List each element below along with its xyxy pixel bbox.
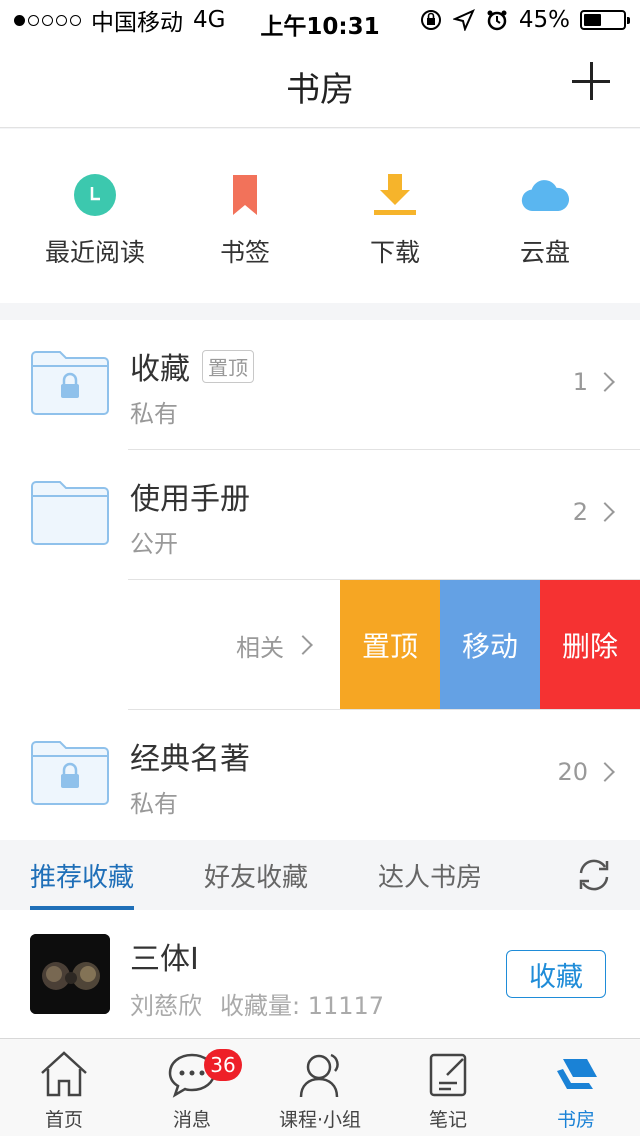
tabbar-messages-label: 消息 — [172, 1109, 211, 1131]
folder-count: 1 — [572, 368, 588, 396]
move-button[interactable]: 移动 — [440, 580, 540, 710]
folder-title: 使用手册 — [130, 474, 250, 518]
rotation-lock-icon — [420, 10, 441, 30]
book-meta: 刘慈欣 收藏量: 11117 — [130, 986, 384, 1021]
pinned-tag: 置顶 — [202, 349, 254, 383]
tabbar-notes[interactable]: 笔记 — [384, 1039, 512, 1136]
navigation-bar: 书房 — [0, 40, 640, 128]
note-icon — [429, 1053, 467, 1097]
location-icon — [452, 9, 475, 31]
folder-count-area: 1 — [572, 368, 615, 396]
book-cover — [30, 934, 110, 1014]
folder-name: 经典名著 — [130, 742, 250, 777]
tabbar-bookshelf[interactable]: 书房 — [512, 1039, 640, 1136]
folder-count: 2 — [572, 498, 588, 526]
signal-strength-icon — [14, 14, 81, 26]
battery-icon — [580, 10, 630, 30]
tab-experts[interactable]: 达人书房 — [378, 840, 482, 910]
folder-visibility: 私有 — [130, 790, 178, 818]
status-bar: 中国移动 4G 上午10:31 45% — [0, 0, 640, 40]
recent-reading-label: 最近阅读 — [44, 238, 145, 267]
download-entry[interactable]: 下载 — [320, 129, 470, 303]
book-author: 刘慈欣 — [130, 992, 202, 1020]
tabbar-courses-label: 课程·小组 — [278, 1109, 362, 1131]
related-label: 相关 — [236, 633, 284, 662]
folder-title: 收藏 置顶 — [130, 344, 254, 388]
cloud-disk-label: 云盘 — [519, 238, 570, 267]
folder-row-swiped[interactable]: 相关 置顶 移动 删除 — [0, 580, 640, 710]
refresh-icon[interactable] — [576, 857, 612, 893]
folder-row-manual[interactable]: 使用手册 公开 2 — [0, 450, 640, 580]
recommended-book[interactable]: 三体I 刘慈欣 收藏量: 11117 收藏 — [0, 910, 640, 1038]
status-right: 45% — [419, 7, 630, 33]
network-type: 4G — [193, 7, 226, 33]
alarm-icon — [487, 10, 507, 31]
cloud-disk-entry[interactable]: 云盘 — [470, 129, 620, 303]
download-label: 下载 — [369, 238, 420, 267]
chevron-right-icon — [595, 372, 615, 392]
pin-to-top-button[interactable]: 置顶 — [340, 580, 440, 710]
collect-count: 收藏量: 11117 — [220, 992, 385, 1020]
quick-entries: 最近阅读 书签 下载 云盘 — [0, 129, 640, 303]
tab-friends[interactable]: 好友收藏 — [204, 840, 308, 910]
battery-percent: 45% — [518, 7, 570, 33]
tabbar-home[interactable]: 首页 — [0, 1039, 128, 1136]
recent-reading-entry[interactable]: 最近阅读 — [20, 129, 170, 303]
folder-row-favorites[interactable]: 收藏 置顶 私有 1 — [0, 320, 640, 450]
folder-count: 20 — [557, 758, 588, 786]
tabbar-messages[interactable]: 36 消息 — [128, 1039, 256, 1136]
bookmark-entry[interactable]: 书签 — [170, 129, 320, 303]
home-icon — [41, 1051, 87, 1097]
cloud-icon — [521, 171, 569, 219]
clock-icon — [71, 171, 119, 219]
folder-name: 收藏 — [130, 352, 190, 387]
collect-button[interactable]: 收藏 — [506, 950, 606, 998]
tab-recommended[interactable]: 推荐收藏 — [30, 840, 135, 910]
chevron-right-icon — [293, 635, 313, 655]
tabbar-courses-groups[interactable]: 课程·小组 — [256, 1039, 384, 1136]
bookshelf-icon — [557, 1059, 597, 1089]
unread-badge: 36 — [204, 1049, 242, 1081]
bookmark-label: 书签 — [219, 238, 270, 267]
related-link[interactable]: 相关 — [128, 580, 340, 710]
book-title: 三体I — [130, 942, 199, 977]
locked-folder-icon — [31, 741, 109, 805]
locked-folder-icon — [31, 351, 109, 415]
folder-icon — [31, 481, 109, 545]
folder-visibility: 私有 — [130, 400, 178, 428]
bookmark-icon — [221, 171, 269, 219]
carrier-name: 中国移动 — [91, 10, 183, 36]
status-left: 中国移动 4G — [14, 3, 225, 37]
tabbar-notes-label: 笔记 — [428, 1109, 467, 1131]
bottom-tab-bar: 首页 36 消息 课程·小组 笔记 书房 — [0, 1038, 640, 1136]
collection-tabs: 推荐收藏 好友收藏 达人书房 — [0, 840, 640, 910]
folder-count-area: 20 — [557, 758, 615, 786]
download-icon — [371, 171, 419, 219]
folder-name: 使用手册 — [130, 482, 250, 517]
folder-title: 经典名著 — [130, 734, 250, 778]
folder-visibility: 公开 — [130, 530, 178, 558]
delete-button[interactable]: 删除 — [540, 580, 640, 710]
folder-list: 收藏 置顶 私有 1 使用手册 公开 2 相关 置顶 移动 删除 经典名著 私有… — [0, 320, 640, 840]
tabbar-bookshelf-label: 书房 — [556, 1109, 595, 1131]
chevron-right-icon — [595, 502, 615, 522]
tabbar-home-label: 首页 — [44, 1109, 83, 1131]
folder-row-classics[interactable]: 经典名著 私有 20 — [0, 710, 640, 840]
chevron-right-icon — [595, 762, 615, 782]
folder-count-area: 2 — [572, 498, 615, 526]
page-title: 书房 — [286, 70, 354, 110]
add-button[interactable] — [572, 62, 610, 100]
user-group-icon — [299, 1053, 339, 1098]
